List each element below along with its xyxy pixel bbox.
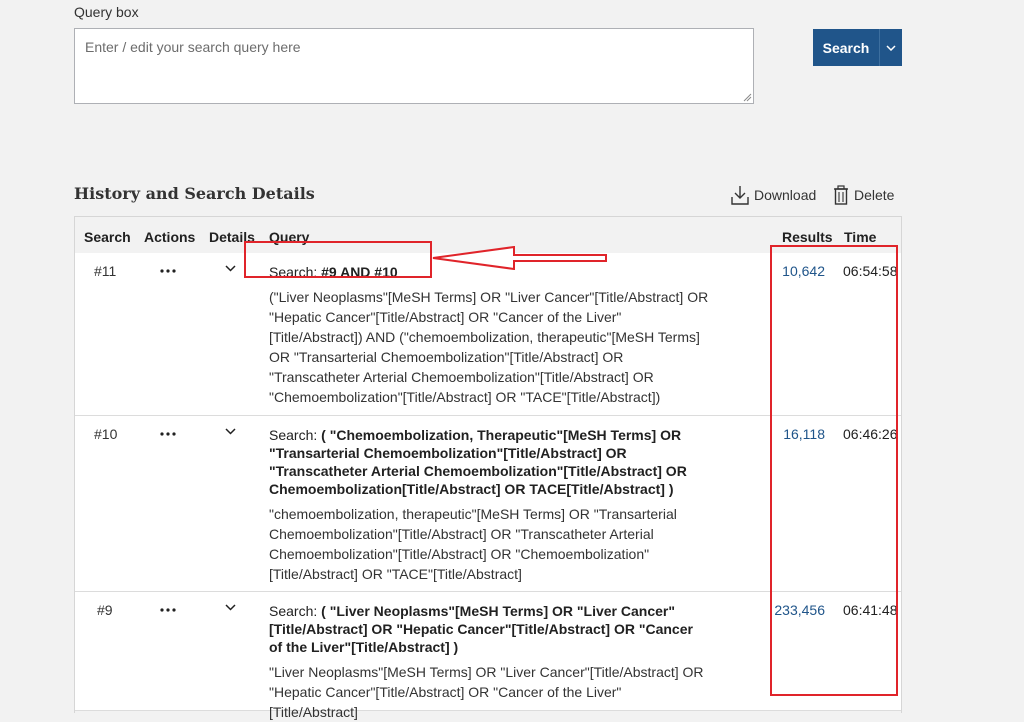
delete-button[interactable]: Delete — [833, 185, 894, 205]
search-query: ( "Chemoembolization, Therapeutic"[MeSH … — [269, 427, 687, 497]
search-button[interactable]: Search — [813, 29, 902, 66]
more-icon — [160, 432, 176, 436]
history-title: History and Search Details — [74, 184, 315, 203]
chevron-down-icon — [225, 265, 236, 272]
details-toggle[interactable] — [225, 598, 236, 614]
actions-menu[interactable] — [159, 600, 177, 616]
chevron-down-icon — [225, 604, 236, 611]
annotation-box-results — [770, 245, 898, 696]
details-toggle[interactable] — [225, 259, 236, 275]
query-cell: Search: ( "Liver Neoplasms"[MeSH Terms] … — [269, 602, 709, 722]
download-icon — [731, 186, 749, 205]
trash-icon — [834, 185, 848, 205]
search-prefix: Search: — [269, 603, 322, 619]
actions-menu[interactable] — [159, 261, 177, 277]
more-icon — [160, 608, 176, 612]
col-search[interactable]: Search — [84, 229, 131, 245]
chevron-down-icon — [225, 428, 236, 435]
col-time[interactable]: Time — [844, 229, 876, 245]
search-line: Search: ( "Liver Neoplasms"[MeSH Terms] … — [269, 602, 709, 656]
more-icon — [160, 269, 176, 273]
query-detail: "Liver Neoplasms"[MeSH Terms] OR "Liver … — [269, 664, 704, 720]
search-query: ( "Liver Neoplasms"[MeSH Terms] OR "Live… — [269, 603, 693, 655]
chevron-down-icon — [886, 44, 896, 51]
query-cell: Search: #9 AND #10 ("Liver Neoplasms"[Me… — [269, 263, 709, 407]
query-input[interactable] — [74, 28, 754, 104]
search-prefix: Search: — [269, 427, 322, 443]
delete-label: Delete — [854, 187, 895, 203]
search-number: #11 — [94, 263, 117, 279]
col-results[interactable]: Results — [782, 229, 833, 245]
search-line: Search: ( "Chemoembolization, Therapeuti… — [269, 426, 709, 498]
query-cell: Search: ( "Chemoembolization, Therapeuti… — [269, 426, 709, 584]
download-button[interactable]: Download — [731, 185, 816, 205]
actions-menu[interactable] — [159, 424, 177, 440]
query-detail: "chemoembolization, therapeutic"[MeSH Te… — [269, 506, 677, 582]
search-options-toggle[interactable] — [880, 44, 902, 51]
resize-grip-icon[interactable] — [742, 92, 752, 102]
annotation-box-query — [244, 241, 432, 278]
search-number: #9 — [97, 602, 113, 618]
details-toggle[interactable] — [225, 422, 236, 438]
query-box-label: Query box — [74, 4, 139, 20]
search-button-label: Search — [822, 39, 870, 56]
download-label: Download — [754, 187, 817, 203]
search-number: #10 — [94, 426, 118, 442]
annotation-arrow-icon — [432, 246, 607, 270]
col-actions: Actions — [144, 229, 196, 245]
query-detail: ("Liver Neoplasms"[MeSH Terms] OR "Liver… — [269, 289, 709, 405]
